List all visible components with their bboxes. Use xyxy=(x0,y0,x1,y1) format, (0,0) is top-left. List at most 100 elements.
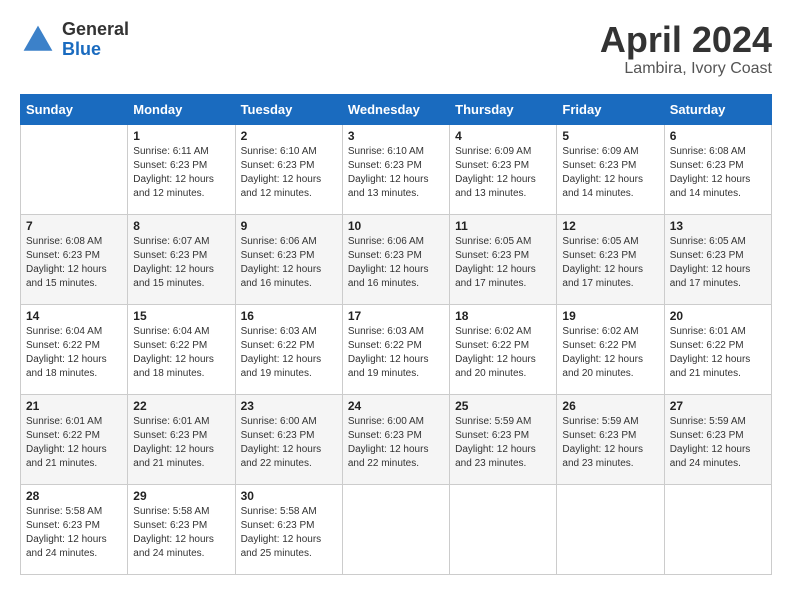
cell-info: Sunrise: 6:03 AMSunset: 6:22 PMDaylight:… xyxy=(348,325,444,381)
day-number: 24 xyxy=(348,399,444,413)
calendar-cell: 28 Sunrise: 5:58 AMSunset: 6:23 PMDaylig… xyxy=(21,484,128,574)
col-wednesday: Wednesday xyxy=(342,94,449,124)
day-number: 12 xyxy=(562,219,658,233)
calendar-cell: 23 Sunrise: 6:00 AMSunset: 6:23 PMDaylig… xyxy=(235,394,342,484)
col-friday: Friday xyxy=(557,94,664,124)
day-number: 30 xyxy=(241,489,337,503)
calendar-cell: 18 Sunrise: 6:02 AMSunset: 6:22 PMDaylig… xyxy=(450,304,557,394)
calendar-cell: 10 Sunrise: 6:06 AMSunset: 6:23 PMDaylig… xyxy=(342,214,449,304)
day-number: 13 xyxy=(670,219,766,233)
day-number: 15 xyxy=(133,309,229,323)
calendar-cell: 15 Sunrise: 6:04 AMSunset: 6:22 PMDaylig… xyxy=(128,304,235,394)
day-number: 5 xyxy=(562,129,658,143)
calendar-cell: 9 Sunrise: 6:06 AMSunset: 6:23 PMDayligh… xyxy=(235,214,342,304)
calendar-cell: 2 Sunrise: 6:10 AMSunset: 6:23 PMDayligh… xyxy=(235,124,342,214)
calendar-cell: 25 Sunrise: 5:59 AMSunset: 6:23 PMDaylig… xyxy=(450,394,557,484)
calendar-body: 1 Sunrise: 6:11 AMSunset: 6:23 PMDayligh… xyxy=(21,124,772,574)
page-header: General Blue April 2024 Lambira, Ivory C… xyxy=(20,20,772,78)
day-number: 8 xyxy=(133,219,229,233)
col-tuesday: Tuesday xyxy=(235,94,342,124)
day-number: 22 xyxy=(133,399,229,413)
day-number: 29 xyxy=(133,489,229,503)
cell-info: Sunrise: 6:07 AMSunset: 6:23 PMDaylight:… xyxy=(133,235,229,291)
calendar-cell: 6 Sunrise: 6:08 AMSunset: 6:23 PMDayligh… xyxy=(664,124,771,214)
calendar-week-5: 28 Sunrise: 5:58 AMSunset: 6:23 PMDaylig… xyxy=(21,484,772,574)
calendar-cell xyxy=(342,484,449,574)
day-number: 9 xyxy=(241,219,337,233)
cell-info: Sunrise: 6:06 AMSunset: 6:23 PMDaylight:… xyxy=(241,235,337,291)
cell-info: Sunrise: 5:59 AMSunset: 6:23 PMDaylight:… xyxy=(455,415,551,471)
calendar-header: Sunday Monday Tuesday Wednesday Thursday… xyxy=(21,94,772,124)
cell-info: Sunrise: 5:58 AMSunset: 6:23 PMDaylight:… xyxy=(241,505,337,561)
day-number: 6 xyxy=(670,129,766,143)
cell-info: Sunrise: 6:01 AMSunset: 6:23 PMDaylight:… xyxy=(133,415,229,471)
cell-info: Sunrise: 6:02 AMSunset: 6:22 PMDaylight:… xyxy=(455,325,551,381)
calendar-cell: 24 Sunrise: 6:00 AMSunset: 6:23 PMDaylig… xyxy=(342,394,449,484)
calendar-cell: 26 Sunrise: 5:59 AMSunset: 6:23 PMDaylig… xyxy=(557,394,664,484)
day-number: 25 xyxy=(455,399,551,413)
day-number: 14 xyxy=(26,309,122,323)
cell-info: Sunrise: 6:02 AMSunset: 6:22 PMDaylight:… xyxy=(562,325,658,381)
calendar-cell xyxy=(21,124,128,214)
logo: General Blue xyxy=(20,20,129,60)
day-number: 11 xyxy=(455,219,551,233)
day-number: 23 xyxy=(241,399,337,413)
day-number: 26 xyxy=(562,399,658,413)
calendar-week-4: 21 Sunrise: 6:01 AMSunset: 6:22 PMDaylig… xyxy=(21,394,772,484)
cell-info: Sunrise: 6:00 AMSunset: 6:23 PMDaylight:… xyxy=(348,415,444,471)
cell-info: Sunrise: 5:59 AMSunset: 6:23 PMDaylight:… xyxy=(562,415,658,471)
calendar-cell: 13 Sunrise: 6:05 AMSunset: 6:23 PMDaylig… xyxy=(664,214,771,304)
calendar-cell: 21 Sunrise: 6:01 AMSunset: 6:22 PMDaylig… xyxy=(21,394,128,484)
day-number: 3 xyxy=(348,129,444,143)
location-subtitle: Lambira, Ivory Coast xyxy=(600,60,772,78)
calendar-cell: 8 Sunrise: 6:07 AMSunset: 6:23 PMDayligh… xyxy=(128,214,235,304)
header-row: Sunday Monday Tuesday Wednesday Thursday… xyxy=(21,94,772,124)
cell-info: Sunrise: 6:04 AMSunset: 6:22 PMDaylight:… xyxy=(26,325,122,381)
cell-info: Sunrise: 6:08 AMSunset: 6:23 PMDaylight:… xyxy=(670,145,766,201)
day-number: 17 xyxy=(348,309,444,323)
day-number: 2 xyxy=(241,129,337,143)
calendar-cell: 5 Sunrise: 6:09 AMSunset: 6:23 PMDayligh… xyxy=(557,124,664,214)
cell-info: Sunrise: 6:06 AMSunset: 6:23 PMDaylight:… xyxy=(348,235,444,291)
calendar-cell xyxy=(557,484,664,574)
calendar-cell: 30 Sunrise: 5:58 AMSunset: 6:23 PMDaylig… xyxy=(235,484,342,574)
cell-info: Sunrise: 5:59 AMSunset: 6:23 PMDaylight:… xyxy=(670,415,766,471)
day-number: 27 xyxy=(670,399,766,413)
cell-info: Sunrise: 6:10 AMSunset: 6:23 PMDaylight:… xyxy=(348,145,444,201)
cell-info: Sunrise: 6:09 AMSunset: 6:23 PMDaylight:… xyxy=(562,145,658,201)
calendar-cell: 20 Sunrise: 6:01 AMSunset: 6:22 PMDaylig… xyxy=(664,304,771,394)
calendar-table: Sunday Monday Tuesday Wednesday Thursday… xyxy=(20,94,772,575)
calendar-cell xyxy=(450,484,557,574)
calendar-cell: 7 Sunrise: 6:08 AMSunset: 6:23 PMDayligh… xyxy=(21,214,128,304)
calendar-cell: 22 Sunrise: 6:01 AMSunset: 6:23 PMDaylig… xyxy=(128,394,235,484)
col-thursday: Thursday xyxy=(450,94,557,124)
calendar-cell xyxy=(664,484,771,574)
cell-info: Sunrise: 6:05 AMSunset: 6:23 PMDaylight:… xyxy=(455,235,551,291)
logo-icon xyxy=(20,22,56,58)
title-block: April 2024 Lambira, Ivory Coast xyxy=(600,20,772,78)
day-number: 18 xyxy=(455,309,551,323)
cell-info: Sunrise: 6:05 AMSunset: 6:23 PMDaylight:… xyxy=(562,235,658,291)
cell-info: Sunrise: 5:58 AMSunset: 6:23 PMDaylight:… xyxy=(133,505,229,561)
calendar-cell: 1 Sunrise: 6:11 AMSunset: 6:23 PMDayligh… xyxy=(128,124,235,214)
calendar-cell: 3 Sunrise: 6:10 AMSunset: 6:23 PMDayligh… xyxy=(342,124,449,214)
logo-text: General Blue xyxy=(62,20,129,60)
day-number: 21 xyxy=(26,399,122,413)
logo-blue-text: Blue xyxy=(62,40,129,60)
day-number: 19 xyxy=(562,309,658,323)
calendar-cell: 14 Sunrise: 6:04 AMSunset: 6:22 PMDaylig… xyxy=(21,304,128,394)
cell-info: Sunrise: 6:00 AMSunset: 6:23 PMDaylight:… xyxy=(241,415,337,471)
month-title: April 2024 xyxy=(600,20,772,60)
day-number: 1 xyxy=(133,129,229,143)
calendar-cell: 17 Sunrise: 6:03 AMSunset: 6:22 PMDaylig… xyxy=(342,304,449,394)
calendar-cell: 4 Sunrise: 6:09 AMSunset: 6:23 PMDayligh… xyxy=(450,124,557,214)
day-number: 28 xyxy=(26,489,122,503)
cell-info: Sunrise: 6:11 AMSunset: 6:23 PMDaylight:… xyxy=(133,145,229,201)
day-number: 10 xyxy=(348,219,444,233)
cell-info: Sunrise: 6:04 AMSunset: 6:22 PMDaylight:… xyxy=(133,325,229,381)
logo-general-text: General xyxy=(62,20,129,40)
calendar-cell: 12 Sunrise: 6:05 AMSunset: 6:23 PMDaylig… xyxy=(557,214,664,304)
cell-info: Sunrise: 6:01 AMSunset: 6:22 PMDaylight:… xyxy=(26,415,122,471)
cell-info: Sunrise: 6:10 AMSunset: 6:23 PMDaylight:… xyxy=(241,145,337,201)
day-number: 4 xyxy=(455,129,551,143)
